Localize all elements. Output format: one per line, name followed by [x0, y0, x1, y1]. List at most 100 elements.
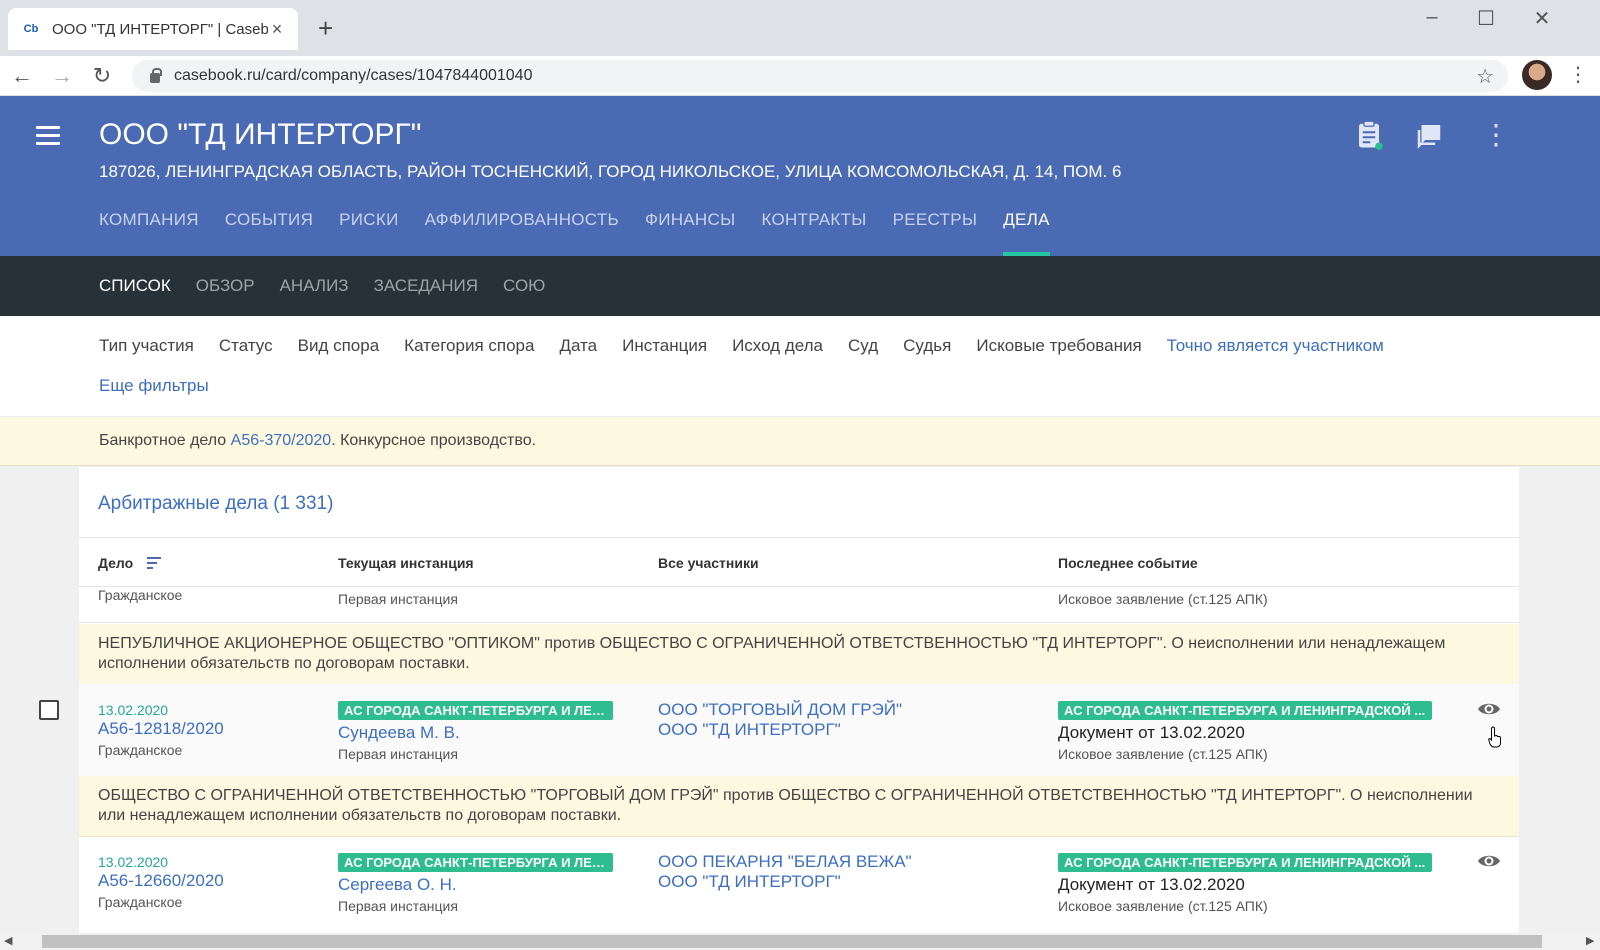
case-number-link[interactable]: А56-12818/2020: [98, 719, 224, 739]
case-select-checkbox[interactable]: [39, 700, 59, 720]
subtab-hearings[interactable]: ЗАСЕДАНИЯ: [374, 276, 478, 296]
participant-link[interactable]: ООО "ТД ИНТЕРТОРГ": [658, 872, 841, 892]
close-tab-icon[interactable]: ×: [268, 19, 286, 40]
casebook-favicon-icon: Cb: [23, 23, 39, 35]
case-description: ОБЩЕСТВО С ОГРАНИЧЕННОЙ ОТВЕТСТВЕННОСТЬЮ…: [79, 776, 1519, 837]
back-icon[interactable]: ←: [8, 62, 36, 90]
case-date: 13.02.2020: [98, 854, 169, 870]
tab-finance[interactable]: ФИНАНСЫ: [645, 210, 735, 256]
subtab-overview[interactable]: ОБЗОР: [196, 276, 255, 296]
sort-icon[interactable]: [147, 556, 162, 572]
court-badge[interactable]: АС ГОРОДА САНКТ-ПЕТЕРБУРГА И ЛЕН...: [338, 853, 613, 872]
subtab-analysis[interactable]: АНАЛИЗ: [280, 276, 349, 296]
eye-icon[interactable]: [1477, 853, 1501, 869]
cases-subnav: СПИСОК ОБЗОР АНАЛИЗ ЗАСЕДАНИЯ СОЮ: [0, 256, 1600, 316]
participant-link[interactable]: ООО "ТД ИНТЕРТОРГ": [658, 720, 841, 740]
browser-tab-bar: Cb ООО "ТД ИНТЕРТОРГ" | Casebook × + – ☐…: [0, 0, 1600, 56]
cases-card: Арбитражные дела (1 331) Дело Текущая ин…: [79, 467, 1519, 937]
star-icon[interactable]: ☆: [1476, 64, 1494, 89]
forward-icon[interactable]: →: [48, 62, 76, 90]
case-number-link[interactable]: А56-12660/2020: [98, 871, 224, 891]
cases-title[interactable]: Арбитражные дела (1 331): [98, 493, 333, 515]
bankruptcy-case-link[interactable]: А56-370/2020: [231, 432, 332, 450]
tab-events[interactable]: СОБЫТИЯ: [225, 210, 313, 256]
document-link[interactable]: Документ от 13.02.2020: [1058, 875, 1245, 895]
judge-link[interactable]: Сундеева М. В.: [338, 723, 460, 743]
close-window-icon[interactable]: ✕: [1522, 6, 1562, 31]
tab-cases[interactable]: ДЕЛА: [1003, 210, 1050, 256]
case-description: НЕПУБЛИЧНОЕ АКЦИОНЕРНОЕ ОБЩЕСТВО "ОПТИКО…: [79, 624, 1519, 685]
scrollbar-thumb[interactable]: [42, 935, 1542, 948]
participant-link[interactable]: ООО "ТОРГОВЫЙ ДОМ ГРЭЙ": [658, 700, 902, 720]
filter-exact-participant[interactable]: Точно является участником: [1167, 336, 1384, 356]
company-address: 187026, ЛЕНИНГРАДСКАЯ ОБЛАСТЬ, РАЙОН ТОС…: [99, 162, 1122, 181]
tab-title: ООО "ТД ИНТЕРТОРГ" | Casebook: [52, 20, 268, 38]
filter-court[interactable]: Суд: [848, 336, 878, 356]
scroll-right-icon[interactable]: ▶: [1586, 934, 1594, 947]
table-header: Дело Текущая инстанция Все участники Пос…: [79, 537, 1519, 587]
banner-suffix: . Конкурсное производство.: [331, 432, 537, 449]
filter-judge[interactable]: Судья: [903, 336, 951, 356]
table-row[interactable]: Гражданское Первая инстанция Исковое зая…: [79, 587, 1519, 623]
more-vert-icon[interactable]: ⋮: [1482, 118, 1510, 151]
minimize-icon[interactable]: –: [1412, 6, 1452, 29]
tab-contracts[interactable]: КОНТРАКТЫ: [761, 210, 866, 256]
judge-link[interactable]: Сергеева О. Н.: [338, 875, 457, 895]
case-instance: Первая инстанция: [338, 591, 458, 607]
maximize-icon[interactable]: ☐: [1466, 6, 1506, 31]
tab-affiliation[interactable]: АФФИЛИРОВАННОСТЬ: [425, 210, 619, 256]
url-text: casebook.ru/card/company/cases/104784400…: [174, 67, 533, 84]
column-last-event[interactable]: Последнее событие: [1058, 555, 1198, 571]
profile-avatar[interactable]: [1522, 60, 1552, 90]
participant-link[interactable]: ООО ПЕКАРНЯ "БЕЛАЯ ВЕЖА": [658, 852, 912, 872]
table-row[interactable]: 13.02.2020 А56-12660/2020 Гражданское АС…: [79, 836, 1519, 928]
lock-icon: [150, 68, 162, 83]
reload-icon[interactable]: ↻: [88, 62, 116, 90]
filter-participation-type[interactable]: Тип участия: [99, 336, 194, 356]
bankruptcy-banner: Банкротное дело А56-370/2020. Конкурсное…: [0, 416, 1600, 466]
tab-company[interactable]: КОМПАНИЯ: [99, 210, 199, 256]
filters-panel: Тип участия Статус Вид спора Категория с…: [0, 316, 1600, 416]
company-header: ООО "ТД ИНТЕРТОРГ" 187026, ЛЕНИНГРАДСКАЯ…: [0, 96, 1600, 256]
chat-icon[interactable]: [1414, 120, 1444, 150]
case-instance: Первая инстанция: [338, 898, 458, 914]
event-court-badge[interactable]: АС ГОРОДА САНКТ-ПЕТЕРБУРГА И ЛЕНИНГРАДСК…: [1058, 853, 1432, 872]
case-type: Гражданское: [98, 587, 183, 603]
filter-outcome[interactable]: Исход дела: [732, 336, 823, 356]
browser-menu-icon[interactable]: ⋮: [1568, 62, 1588, 87]
column-case[interactable]: Дело: [98, 555, 162, 572]
court-badge[interactable]: АС ГОРОДА САНКТ-ПЕТЕРБУРГА И ЛЕН...: [338, 701, 613, 720]
eye-icon[interactable]: [1477, 701, 1501, 717]
filter-dispute-category[interactable]: Категория спора: [404, 336, 534, 356]
subtab-list[interactable]: СПИСОК: [99, 276, 171, 296]
company-title: ООО "ТД ИНТЕРТОРГ": [99, 118, 422, 151]
event-court-badge[interactable]: АС ГОРОДА САНКТ-ПЕТЕРБУРГА И ЛЕНИНГРАДСК…: [1058, 701, 1432, 720]
column-participants[interactable]: Все участники: [658, 555, 759, 571]
filter-status[interactable]: Статус: [219, 336, 273, 356]
table-row[interactable]: 13.02.2020 А56-12818/2020 Гражданское АС…: [79, 684, 1519, 776]
document-link[interactable]: Документ от 13.02.2020: [1058, 723, 1245, 743]
tab-registries[interactable]: РЕЕСТРЫ: [893, 210, 978, 256]
case-date: 13.02.2020: [98, 702, 169, 718]
case-event: Исковое заявление (ст.125 АПК): [1058, 746, 1268, 762]
filter-date[interactable]: Дата: [559, 336, 597, 356]
scroll-left-icon[interactable]: ◀: [4, 934, 12, 947]
new-tab-button[interactable]: +: [318, 12, 333, 44]
column-instance[interactable]: Текущая инстанция: [338, 555, 474, 571]
case-event: Исковое заявление (ст.125 АПК): [1058, 591, 1268, 607]
more-filters-link[interactable]: Еще фильтры: [99, 376, 209, 396]
case-instance: Первая инстанция: [338, 746, 458, 762]
url-input[interactable]: casebook.ru/card/company/cases/104784400…: [132, 60, 1508, 92]
filter-dispute-kind[interactable]: Вид спора: [298, 336, 380, 356]
hand-cursor-icon: [1488, 726, 1501, 748]
horizontal-scrollbar[interactable]: ◀ ▶: [0, 933, 1600, 950]
tab-risks[interactable]: РИСКИ: [339, 210, 398, 256]
subtab-soyu[interactable]: СОЮ: [503, 276, 545, 296]
clipboard-icon[interactable]: [1354, 120, 1384, 150]
menu-icon[interactable]: [36, 126, 60, 150]
filter-claims[interactable]: Исковые требования: [976, 336, 1141, 356]
company-tabs: КОМПАНИЯ СОБЫТИЯ РИСКИ АФФИЛИРОВАННОСТЬ …: [99, 210, 1076, 256]
browser-tab[interactable]: Cb ООО "ТД ИНТЕРТОРГ" | Casebook ×: [8, 8, 298, 50]
filter-instance[interactable]: Инстанция: [622, 336, 707, 356]
case-event: Исковое заявление (ст.125 АПК): [1058, 898, 1268, 914]
